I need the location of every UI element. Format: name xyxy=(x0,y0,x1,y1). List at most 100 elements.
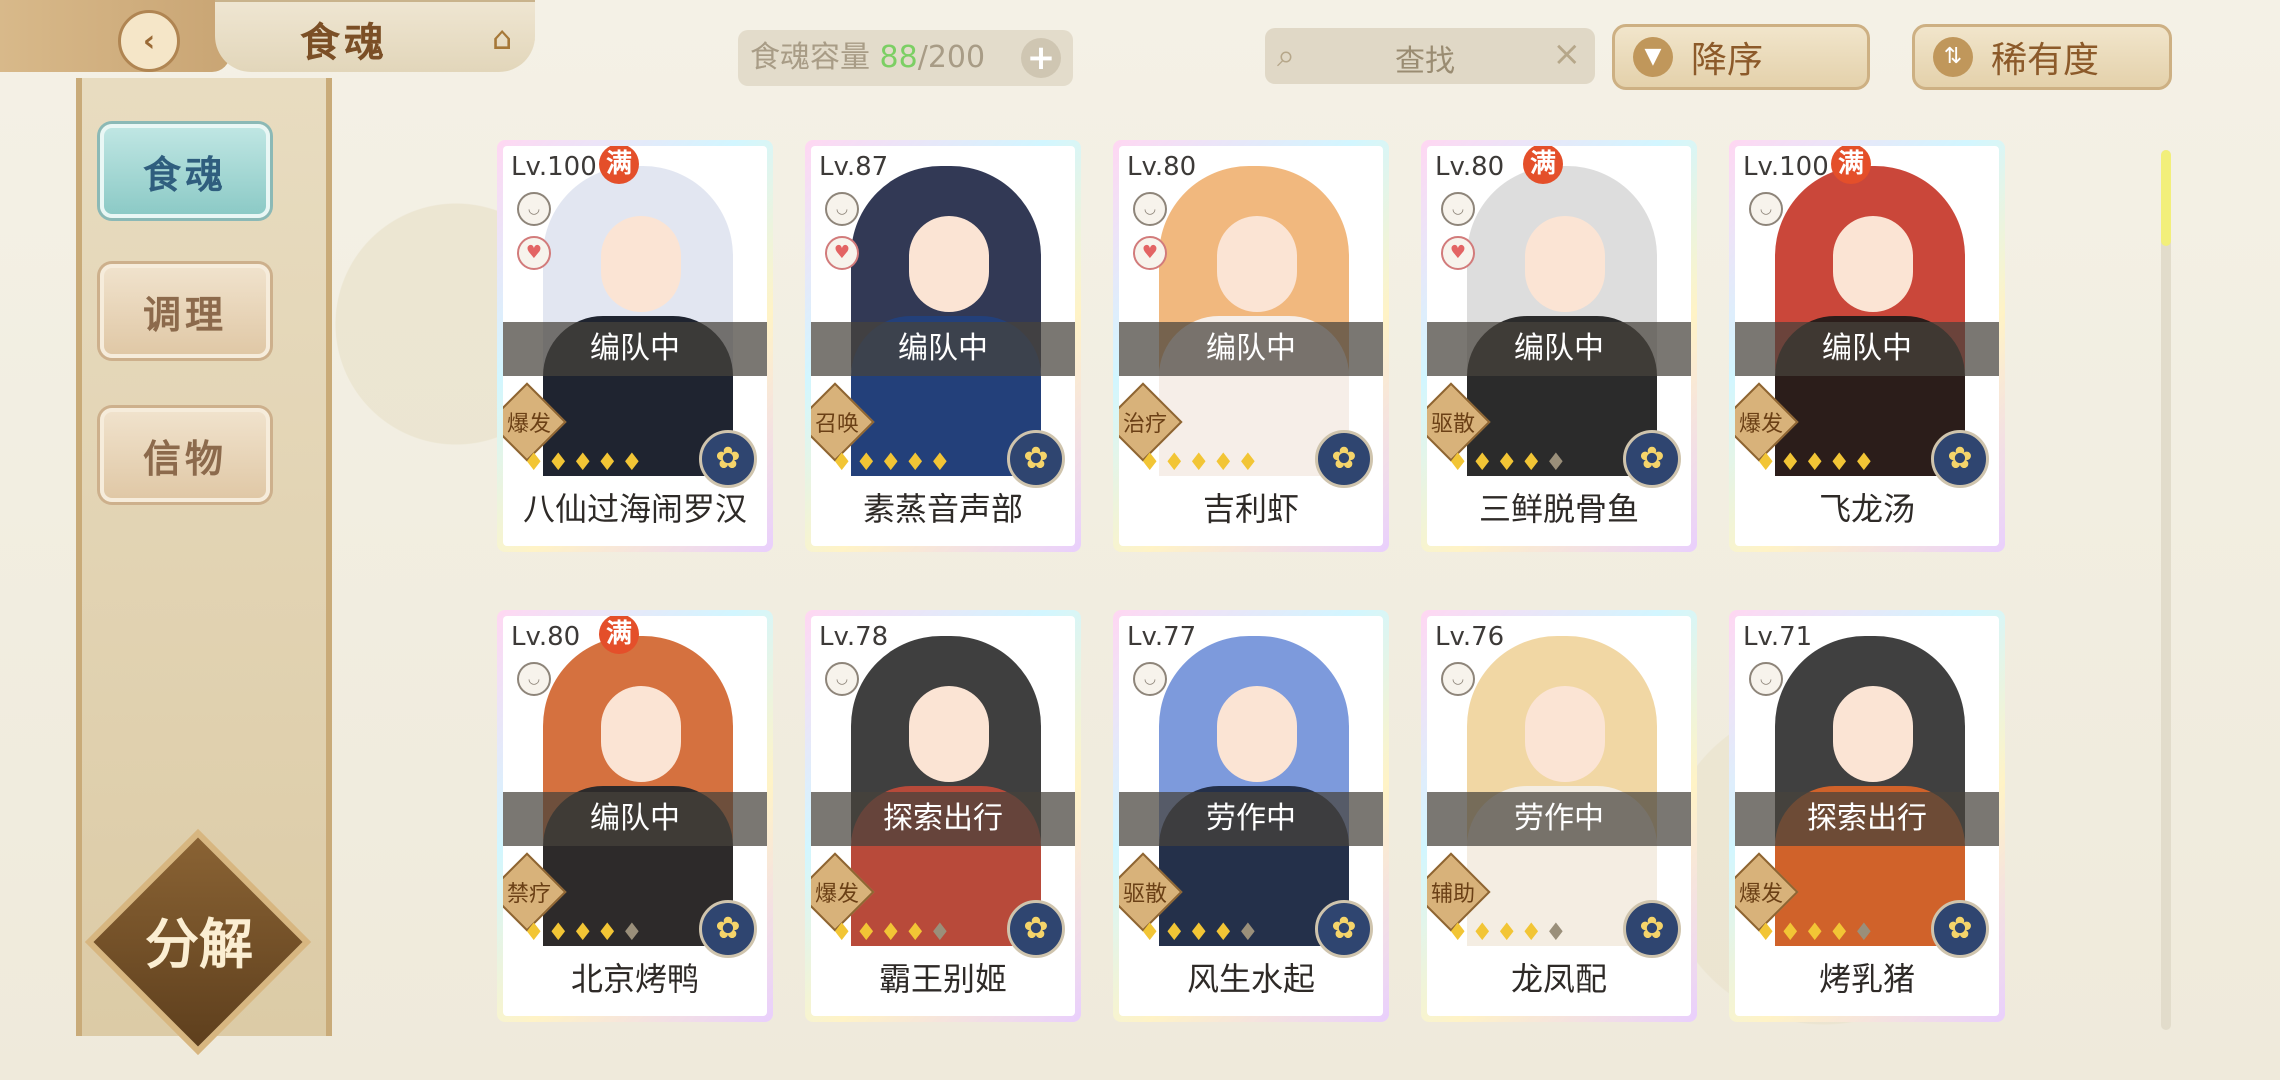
star-rating: ♦♦♦♦♦ xyxy=(523,918,646,946)
bowl-icon: ◡ xyxy=(1441,192,1475,226)
heart-icon: ♥ xyxy=(517,236,551,270)
food-soul-card[interactable]: Lv.77 ◡ 劳作中 驱散 ♦♦♦♦♦ ✿ 风生水起 xyxy=(1113,610,1389,1022)
food-soul-card[interactable]: Lv.87 ◡ ♥ 编队中 召唤 ♦♦♦♦♦ ✿ 素蒸音声部 xyxy=(805,140,1081,552)
card-name: 八仙过海闹罗汉 xyxy=(522,490,747,528)
food-soul-card[interactable]: Lv.71 ◡ 探索出行 爆发 ♦♦♦♦♦ ✿ 烤乳猪 xyxy=(1729,610,2005,1022)
portrait-face xyxy=(601,686,681,782)
bowl-icon: ◡ xyxy=(1749,192,1783,226)
sort-down-icon: ▼ xyxy=(1633,37,1673,77)
sort-key-icon: ⇅ xyxy=(1933,37,1973,77)
role-label: 驱散 xyxy=(1430,412,1475,437)
card-inner: Lv.76 ◡ 劳作中 辅助 ♦♦♦♦♦ ✿ 龙凤配 xyxy=(1427,616,1691,1016)
card-inner: Lv.80 满 ◡ 编队中 禁疗 ♦♦♦♦♦ ✿ 北京烤鸭 xyxy=(503,616,767,1016)
capacity-total: /200 xyxy=(917,40,986,75)
portrait-face xyxy=(601,216,681,312)
add-capacity-button[interactable]: + xyxy=(1021,38,1061,78)
star-rating: ♦♦♦♦♦ xyxy=(831,918,954,946)
heart-icon: ♥ xyxy=(825,236,859,270)
tab-label: 信物 xyxy=(142,436,227,481)
clear-search-icon[interactable]: × xyxy=(1553,34,1582,74)
food-soul-card[interactable]: Lv.80 ◡ ♥ 编队中 治疗 ♦♦♦♦♦ ✿ 吉利虾 xyxy=(1113,140,1389,552)
level-label: Lv.78 xyxy=(819,622,889,652)
scrollbar-track[interactable] xyxy=(2161,150,2171,1030)
bowl-icon: ◡ xyxy=(1133,192,1167,226)
level-label: Lv.80 xyxy=(1127,152,1197,182)
portrait-face xyxy=(1217,216,1297,312)
tab-food-soul[interactable]: 食魂 xyxy=(100,124,270,218)
role-label: 辅助 xyxy=(1430,882,1475,907)
role-label: 爆发 xyxy=(506,412,551,437)
card-inner: Lv.77 ◡ 劳作中 驱散 ♦♦♦♦♦ ✿ 风生水起 xyxy=(1119,616,1383,1016)
role-label: 爆发 xyxy=(1738,412,1783,437)
capacity-current: 88 xyxy=(879,40,918,75)
card-name: 飞龙汤 xyxy=(1818,490,1915,528)
element-flower-icon: ✿ xyxy=(1007,900,1065,958)
tab-tokens[interactable]: 信物 xyxy=(100,408,270,502)
food-soul-card[interactable]: Lv.80 满 ◡ ♥ 编队中 驱散 ♦♦♦♦♦ ✿ 三鲜脱骨鱼 xyxy=(1421,140,1697,552)
back-tab xyxy=(0,0,230,72)
capacity-label: 食魂容量 xyxy=(750,40,870,75)
card-inner: Lv.100 满 ◡ 编队中 爆发 ♦♦♦♦♦ ✿ 飞龙汤 xyxy=(1735,146,1999,546)
status-banner: 劳作中 xyxy=(1119,792,1383,846)
sort-order-button[interactable]: ▼ 降序 xyxy=(1612,24,1870,90)
role-label: 爆发 xyxy=(1738,882,1783,907)
tab-label: 食魂 xyxy=(142,152,227,197)
card-inner: Lv.80 ◡ ♥ 编队中 治疗 ♦♦♦♦♦ ✿ 吉利虾 xyxy=(1119,146,1383,546)
card-inner: Lv.71 ◡ 探索出行 爆发 ♦♦♦♦♦ ✿ 烤乳猪 xyxy=(1735,616,1999,1016)
level-label: Lv.87 xyxy=(819,152,889,182)
element-flower-icon: ✿ xyxy=(1623,900,1681,958)
capacity-display: 食魂容量 88/200 + xyxy=(738,30,1073,86)
element-flower-icon: ✿ xyxy=(1623,430,1681,488)
card-inner: Lv.100 满 ◡ ♥ 编队中 爆发 ♦♦♦♦♦ ✿ 八仙过海闹罗汉 xyxy=(503,146,767,546)
heart-icon: ♥ xyxy=(1133,236,1167,270)
decompose-label: 分解 xyxy=(145,913,253,976)
portrait-face xyxy=(1833,686,1913,782)
level-label: Lv.71 xyxy=(1743,622,1813,652)
card-name: 烤乳猪 xyxy=(1818,960,1915,998)
bowl-icon: ◡ xyxy=(825,662,859,696)
scrollbar-thumb[interactable] xyxy=(2161,150,2171,246)
pavilion-icon[interactable]: ⌂ xyxy=(478,14,526,62)
element-flower-icon: ✿ xyxy=(699,430,757,488)
portrait-face xyxy=(909,686,989,782)
level-label: Lv.100 xyxy=(1743,152,1829,182)
back-arrow-icon[interactable]: ‹ xyxy=(118,10,180,72)
tab-conditioning[interactable]: 调理 xyxy=(100,264,270,358)
status-banner: 探索出行 xyxy=(811,792,1075,846)
heart-icon: ♥ xyxy=(1441,236,1475,270)
status-banner: 编队中 xyxy=(811,322,1075,376)
bowl-icon: ◡ xyxy=(517,192,551,226)
level-label: Lv.80 xyxy=(1435,152,1505,182)
bowl-icon: ◡ xyxy=(517,662,551,696)
status-banner: 探索出行 xyxy=(1735,792,1999,846)
status-banner: 编队中 xyxy=(1119,322,1383,376)
food-soul-card[interactable]: Lv.100 满 ◡ 编队中 爆发 ♦♦♦♦♦ ✿ 飞龙汤 xyxy=(1729,140,2005,552)
status-banner: 劳作中 xyxy=(1427,792,1691,846)
food-soul-card[interactable]: Lv.100 满 ◡ ♥ 编队中 爆发 ♦♦♦♦♦ ✿ 八仙过海闹罗汉 xyxy=(497,140,773,552)
food-soul-card[interactable]: Lv.80 满 ◡ 编队中 禁疗 ♦♦♦♦♦ ✿ 北京烤鸭 xyxy=(497,610,773,1022)
star-rating: ♦♦♦♦♦ xyxy=(1755,918,1878,946)
status-banner: 编队中 xyxy=(503,322,767,376)
card-name: 北京烤鸭 xyxy=(570,960,699,998)
search-placeholder: 查找 xyxy=(1395,44,1455,79)
card-name: 风生水起 xyxy=(1186,960,1315,998)
star-rating: ♦♦♦♦♦ xyxy=(1447,448,1570,476)
search-input[interactable]: ⌕ 查找 × xyxy=(1265,28,1595,84)
element-flower-icon: ✿ xyxy=(1931,430,1989,488)
sort-key-button[interactable]: ⇅ 稀有度 xyxy=(1912,24,2172,90)
sort-key-label: 稀有度 xyxy=(1991,40,2100,81)
portrait-face xyxy=(909,216,989,312)
portrait-face xyxy=(1833,216,1913,312)
card-name: 吉利虾 xyxy=(1202,490,1299,528)
card-name: 素蒸音声部 xyxy=(862,490,1023,528)
role-label: 召唤 xyxy=(814,412,859,437)
element-flower-icon: ✿ xyxy=(699,900,757,958)
food-soul-card[interactable]: Lv.78 ◡ 探索出行 爆发 ♦♦♦♦♦ ✿ 霸王别姬 xyxy=(805,610,1081,1022)
star-rating: ♦♦♦♦♦ xyxy=(1447,918,1570,946)
bowl-icon: ◡ xyxy=(825,192,859,226)
role-label: 治疗 xyxy=(1122,412,1167,437)
top-bar: ‹ 食魂 ⌂ 食魂容量 88/200 + ⌕ 查找 × ▼ 降序 ⇅ 稀有度 xyxy=(0,0,2280,90)
food-soul-card[interactable]: Lv.76 ◡ 劳作中 辅助 ♦♦♦♦♦ ✿ 龙凤配 xyxy=(1421,610,1697,1022)
level-label: Lv.80 xyxy=(511,622,581,652)
portrait-face xyxy=(1217,686,1297,782)
